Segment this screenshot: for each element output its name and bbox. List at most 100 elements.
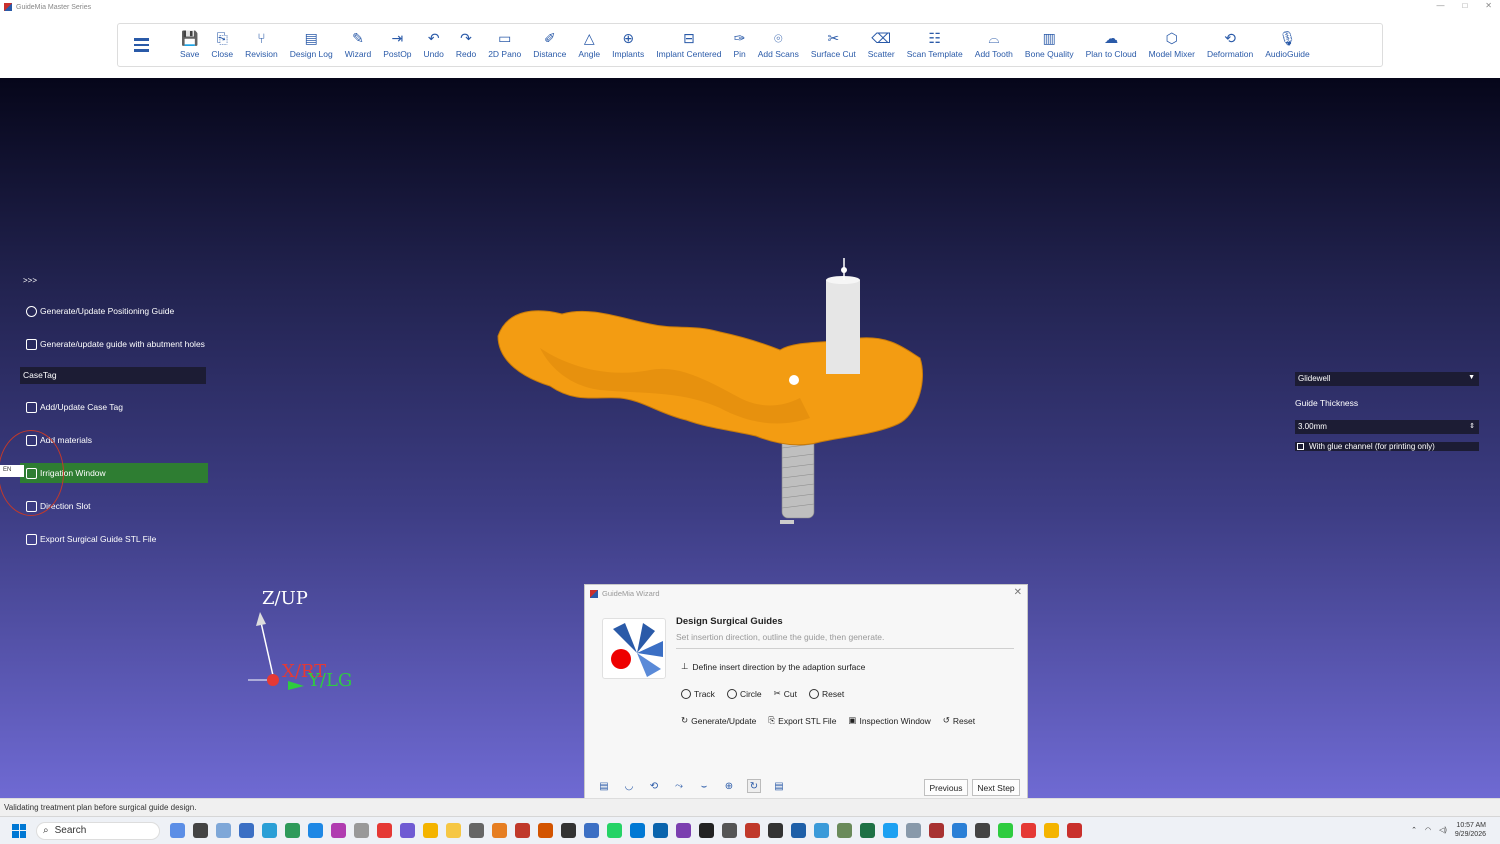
- minimize-button[interactable]: —: [1436, 1, 1444, 10]
- toolbar-close-button[interactable]: ⎘ Close: [211, 31, 233, 59]
- tooth-icon[interactable]: ◡: [622, 779, 636, 793]
- generate-update-button[interactable]: ↻ Generate/Update: [681, 715, 756, 726]
- wechat-icon[interactable]: [998, 823, 1013, 838]
- clock[interactable]: 10:57 AM 9/29/2026: [1455, 821, 1486, 839]
- close-window-button[interactable]: ✕: [1485, 1, 1492, 10]
- taskbar-search[interactable]: ⌕ Search: [36, 821, 160, 840]
- toolbar-model-mixer-button[interactable]: ⬡ Model Mixer: [1149, 31, 1195, 59]
- toolbar-wizard-button[interactable]: ✎ Wizard: [345, 31, 371, 59]
- toolbar-2d-pano-button[interactable]: ▭ 2D Pano: [488, 31, 521, 59]
- toolbar-plan-to-cloud-button[interactable]: ☁ Plan to Cloud: [1086, 31, 1137, 59]
- toolbar-redo-button[interactable]: ↷ Redo: [456, 31, 476, 59]
- toolbar-implants-button[interactable]: ⊕ Implants: [612, 31, 644, 59]
- generate-positioning-guide-button[interactable]: Generate/Update Positioning Guide: [20, 301, 208, 321]
- app-icon[interactable]: [1021, 823, 1036, 838]
- app-icon[interactable]: [331, 823, 346, 838]
- toolbar-add-tooth-button[interactable]: ⌓ Add Tooth: [975, 31, 1013, 59]
- toolbar-postop-button[interactable]: ⇥ PostOp: [383, 31, 411, 59]
- checkbox-box[interactable]: [1297, 443, 1304, 450]
- toolbar-audioguide-button[interactable]: 🎙 AudioGuide: [1265, 31, 1309, 59]
- terminal-icon[interactable]: [768, 823, 783, 838]
- chevron-up-icon[interactable]: ⌃: [1411, 826, 1417, 834]
- toolbar-scan-template-button[interactable]: ☷ Scan Template: [907, 31, 963, 59]
- merge-icon[interactable]: ⤳: [672, 779, 686, 793]
- chatgpt-icon[interactable]: [561, 823, 576, 838]
- app-icon[interactable]: [262, 823, 277, 838]
- app-icon[interactable]: [814, 823, 829, 838]
- edge-icon[interactable]: [308, 823, 323, 838]
- language-indicator[interactable]: EN: [0, 465, 24, 477]
- app-icon[interactable]: [722, 823, 737, 838]
- toolbar-bone-quality-button[interactable]: ▥ Bone Quality: [1025, 31, 1074, 59]
- app-icon[interactable]: [285, 823, 300, 838]
- export-stl-button[interactable]: Export Surgical Guide STL File: [20, 529, 208, 549]
- app-icon[interactable]: [584, 823, 599, 838]
- toolbar-scatter-button[interactable]: ⌫ Scatter: [868, 31, 895, 59]
- acrobat-icon[interactable]: [745, 823, 760, 838]
- app-icon[interactable]: [239, 823, 254, 838]
- toolbar-undo-button[interactable]: ↶ Undo: [424, 31, 444, 59]
- guidemia-taskbar-icon[interactable]: [1067, 823, 1082, 838]
- previous-button[interactable]: Previous: [924, 779, 968, 796]
- dental-model-render[interactable]: [480, 258, 940, 538]
- visual-studio-icon[interactable]: [676, 823, 691, 838]
- glue-channel-checkbox[interactable]: With glue channel (for printing only): [1295, 442, 1479, 451]
- clipboard-icon[interactable]: ▤: [597, 779, 611, 793]
- app-icon[interactable]: [377, 823, 392, 838]
- toolbar-implant-centered-button[interactable]: ⊟ Implant Centered: [656, 31, 721, 59]
- media-icon[interactable]: [699, 823, 714, 838]
- circle-button[interactable]: Circle: [726, 688, 762, 699]
- app-icon[interactable]: [515, 823, 530, 838]
- copilot-icon[interactable]: [170, 823, 185, 838]
- guide-step-icon[interactable]: ↻: [747, 779, 761, 793]
- define-insert-direction-button[interactable]: ⊥ Define insert direction by the adaptio…: [681, 661, 865, 672]
- next-step-button[interactable]: Next Step: [972, 779, 1020, 796]
- excel-icon[interactable]: [860, 823, 875, 838]
- toolbar-revision-button[interactable]: ⑂ Revision: [245, 31, 278, 59]
- inspection-window-button[interactable]: ▣ Inspection Window: [848, 715, 930, 726]
- guide-thickness-spinner[interactable]: 3.00mm ⇕: [1295, 420, 1479, 434]
- generate-guide-abutment-button[interactable]: Generate/update guide with abutment hole…: [20, 334, 208, 354]
- scan-icon[interactable]: ⟲: [647, 779, 661, 793]
- app-icon[interactable]: [906, 823, 921, 838]
- chrome-icon[interactable]: [423, 823, 438, 838]
- toolbar-save-button[interactable]: 💾 Save: [180, 31, 199, 59]
- app-icon[interactable]: [952, 823, 967, 838]
- toolbar-add-scans-button[interactable]: ⌾ Add Scans: [758, 31, 799, 59]
- reset-outline-button[interactable]: Reset: [809, 688, 844, 699]
- add-case-tag-button[interactable]: Add/Update Case Tag: [20, 397, 208, 417]
- app-icon[interactable]: [538, 823, 553, 838]
- task-view-icon[interactable]: [193, 823, 208, 838]
- cut-button[interactable]: ✂ Cut: [774, 688, 797, 699]
- implant-icon[interactable]: ⊕: [722, 779, 736, 793]
- toolbar-distance-button[interactable]: ✐ Distance: [533, 31, 566, 59]
- toolbar-pin-button[interactable]: ✑ Pin: [733, 31, 745, 59]
- report-icon[interactable]: ▤: [772, 779, 786, 793]
- app-icon[interactable]: [883, 823, 898, 838]
- toolbar-design-log-button[interactable]: ▤ Design Log: [290, 31, 333, 59]
- toolbar-angle-button[interactable]: △ Angle: [578, 31, 600, 59]
- weather-icon[interactable]: [216, 823, 231, 838]
- vscode-icon[interactable]: [630, 823, 645, 838]
- app-icon[interactable]: [492, 823, 507, 838]
- toolbar-deformation-button[interactable]: ⟲ Deformation: [1207, 31, 1253, 59]
- app-icon[interactable]: [975, 823, 990, 838]
- word-icon[interactable]: [791, 823, 806, 838]
- expand-panel-button[interactable]: >>>: [20, 276, 208, 285]
- app-icon[interactable]: [469, 823, 484, 838]
- windows-start-icon[interactable]: [12, 823, 26, 838]
- export-stl-file-button[interactable]: ⎘ Export STL File: [768, 715, 836, 726]
- reset-generate-button[interactable]: ↺ Reset: [943, 715, 975, 726]
- menu-icon[interactable]: [134, 30, 164, 60]
- explorer-icon[interactable]: [446, 823, 461, 838]
- app-icon[interactable]: [354, 823, 369, 838]
- casetag-input[interactable]: CaseTag: [20, 367, 206, 384]
- chrome-icon[interactable]: [1044, 823, 1059, 838]
- wifi-icon[interactable]: ◠: [1425, 826, 1431, 834]
- arch-icon[interactable]: ⌣: [697, 779, 711, 793]
- close-icon[interactable]: ✕: [1014, 587, 1022, 598]
- spinner-arrows-icon[interactable]: ⇕: [1469, 422, 1475, 430]
- lab-select[interactable]: Glidewell ▼: [1295, 372, 1479, 386]
- app-icon[interactable]: [837, 823, 852, 838]
- app-icon[interactable]: [929, 823, 944, 838]
